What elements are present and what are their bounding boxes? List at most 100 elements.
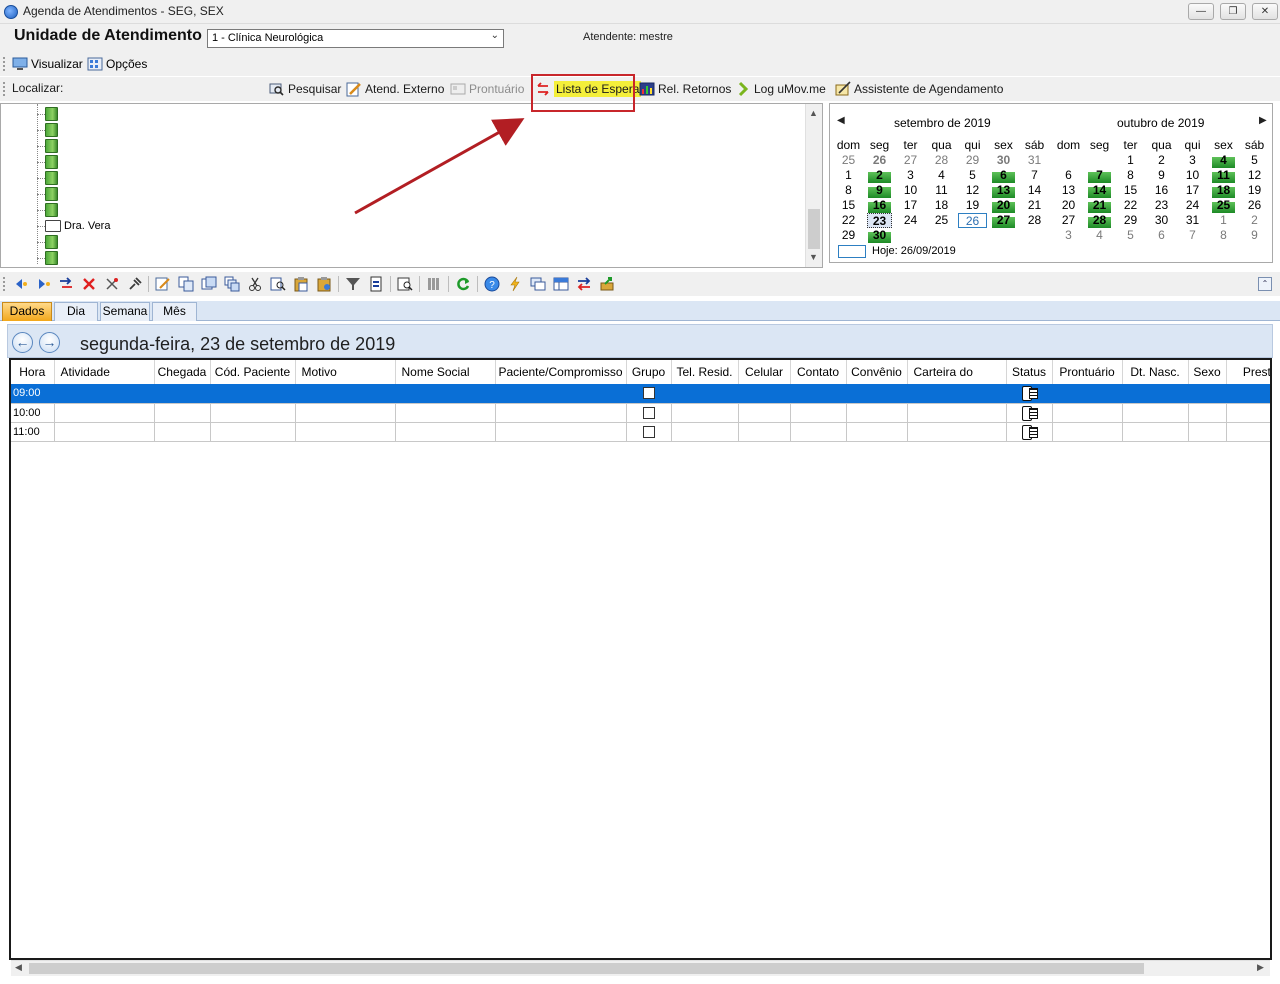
- september-day[interactable]: 26: [864, 153, 895, 168]
- october-day[interactable]: 3: [1053, 228, 1084, 243]
- grid-hscrollbar[interactable]: ◀ ▶: [11, 960, 1270, 976]
- october-day[interactable]: 23: [1146, 198, 1177, 213]
- table-cell[interactable]: [790, 403, 847, 423]
- collapse-panel-button[interactable]: ⌃: [1258, 277, 1272, 291]
- calendar-prev-icon[interactable]: ◀: [837, 115, 845, 126]
- september-day[interactable]: 14: [1019, 183, 1050, 198]
- september-day[interactable]: 27: [992, 213, 1015, 228]
- october-day[interactable]: 8: [1115, 168, 1146, 183]
- table-cell[interactable]: [790, 422, 847, 442]
- october-day[interactable]: 9: [1146, 168, 1177, 183]
- tab-dados[interactable]: Dados: [2, 302, 52, 321]
- group-cell[interactable]: [626, 384, 672, 404]
- table-cell[interactable]: [395, 384, 496, 404]
- october-day[interactable]: 14: [1088, 183, 1111, 198]
- column-header[interactable]: Cód. Paciente: [210, 360, 296, 384]
- september-day[interactable]: 4: [926, 168, 957, 183]
- september-day[interactable]: 12: [957, 183, 988, 198]
- september-day[interactable]: 9: [868, 183, 891, 198]
- september-day[interactable]: 1: [833, 168, 864, 183]
- swap-icon[interactable]: [576, 276, 592, 292]
- minimize-button[interactable]: —: [1188, 3, 1214, 20]
- october-day[interactable]: 17: [1177, 183, 1208, 198]
- table-cell[interactable]: [1052, 422, 1123, 442]
- october-day[interactable]: 6: [1146, 228, 1177, 243]
- find-replace-icon[interactable]: [270, 276, 286, 292]
- september-day[interactable]: 29: [957, 153, 988, 168]
- column-header[interactable]: Convênio: [846, 360, 908, 384]
- scroll-up-icon[interactable]: ▲: [809, 108, 818, 118]
- columns-icon[interactable]: [426, 276, 442, 292]
- messages-icon[interactable]: [530, 276, 546, 292]
- october-day[interactable]: 19: [1239, 183, 1270, 198]
- october-day[interactable]: 24: [1177, 198, 1208, 213]
- october-day[interactable]: 3: [1177, 153, 1208, 168]
- table-cell[interactable]: [1122, 403, 1189, 423]
- october-day[interactable]: 7: [1088, 168, 1111, 183]
- september-day[interactable]: 17: [895, 198, 926, 213]
- september-day[interactable]: 20: [992, 198, 1015, 213]
- copy-icon[interactable]: [178, 276, 194, 292]
- october-day[interactable]: 11: [1212, 168, 1235, 183]
- table-row[interactable]: 11:00: [11, 422, 1270, 442]
- prev-arrow-icon[interactable]: [12, 276, 28, 292]
- column-header[interactable]: Nome Social: [395, 360, 496, 384]
- september-day[interactable]: 25: [833, 153, 864, 168]
- lightning-icon[interactable]: [507, 276, 523, 292]
- october-day[interactable]: 9: [1239, 228, 1270, 243]
- column-header[interactable]: Sexo: [1188, 360, 1227, 384]
- group-checkbox[interactable]: [642, 425, 655, 438]
- table-cell[interactable]: [907, 422, 1007, 442]
- today-label[interactable]: Hoje: 26/09/2019: [872, 245, 956, 257]
- october-day[interactable]: 16: [1146, 183, 1177, 198]
- scroll-right-icon[interactable]: ▶: [1257, 962, 1264, 973]
- tab-mes[interactable]: Mês: [152, 302, 197, 321]
- september-day[interactable]: 18: [926, 198, 957, 213]
- table-cell[interactable]: [295, 403, 396, 423]
- tree-item[interactable]: [37, 138, 58, 154]
- tree-item[interactable]: [37, 106, 58, 122]
- september-day[interactable]: 8: [833, 183, 864, 198]
- october-day[interactable]: 10: [1177, 168, 1208, 183]
- october-day[interactable]: 18: [1212, 183, 1235, 198]
- september-day[interactable]: 15: [833, 198, 864, 213]
- rel-retornos-button[interactable]: Rel. Retornos: [639, 81, 731, 97]
- column-header[interactable]: Status: [1006, 360, 1053, 384]
- september-day[interactable]: 28: [1019, 213, 1050, 228]
- group-checkbox[interactable]: [642, 406, 655, 419]
- column-header[interactable]: Tel. Resid.: [671, 360, 739, 384]
- tree-item[interactable]: [37, 202, 58, 218]
- hour-cell[interactable]: 10:00: [11, 403, 55, 423]
- prontuario-button[interactable]: Prontuário: [450, 81, 524, 97]
- table-cell[interactable]: [671, 403, 739, 423]
- column-header[interactable]: Prontuário: [1052, 360, 1123, 384]
- tab-dia[interactable]: Dia: [54, 302, 98, 321]
- close-button[interactable]: ✕: [1252, 3, 1278, 20]
- scroll-down-icon[interactable]: ▼: [809, 252, 818, 262]
- september-day[interactable]: 27: [895, 153, 926, 168]
- group-cell[interactable]: [626, 422, 672, 442]
- export-icon[interactable]: [599, 276, 615, 292]
- october-day[interactable]: 7: [1177, 228, 1208, 243]
- help-icon[interactable]: ?: [484, 276, 500, 292]
- september-day[interactable]: 25: [926, 213, 957, 228]
- table-cell[interactable]: [1226, 403, 1270, 423]
- october-day[interactable]: 8: [1208, 228, 1239, 243]
- table-cell[interactable]: [54, 384, 155, 404]
- note-icon[interactable]: [368, 276, 384, 292]
- september-day[interactable]: 31: [1019, 153, 1050, 168]
- september-day[interactable]: 13: [992, 183, 1015, 198]
- column-header[interactable]: Paciente/Compromisso: [495, 360, 627, 384]
- september-day[interactable]: 16: [868, 198, 891, 213]
- group-cell[interactable]: [626, 403, 672, 423]
- table-cell[interactable]: [846, 384, 908, 404]
- table-cell[interactable]: [790, 384, 847, 404]
- tree-item-dra-vera[interactable]: Dra. Vera: [37, 218, 110, 234]
- october-day[interactable]: 15: [1115, 183, 1146, 198]
- september-day[interactable]: 21: [1019, 198, 1050, 213]
- column-header[interactable]: Atividade: [54, 360, 155, 384]
- duplicate-icon[interactable]: [201, 276, 217, 292]
- column-header[interactable]: Prestad: [1226, 360, 1270, 384]
- table-cell[interactable]: [154, 384, 211, 404]
- september-day[interactable]: 2: [868, 168, 891, 183]
